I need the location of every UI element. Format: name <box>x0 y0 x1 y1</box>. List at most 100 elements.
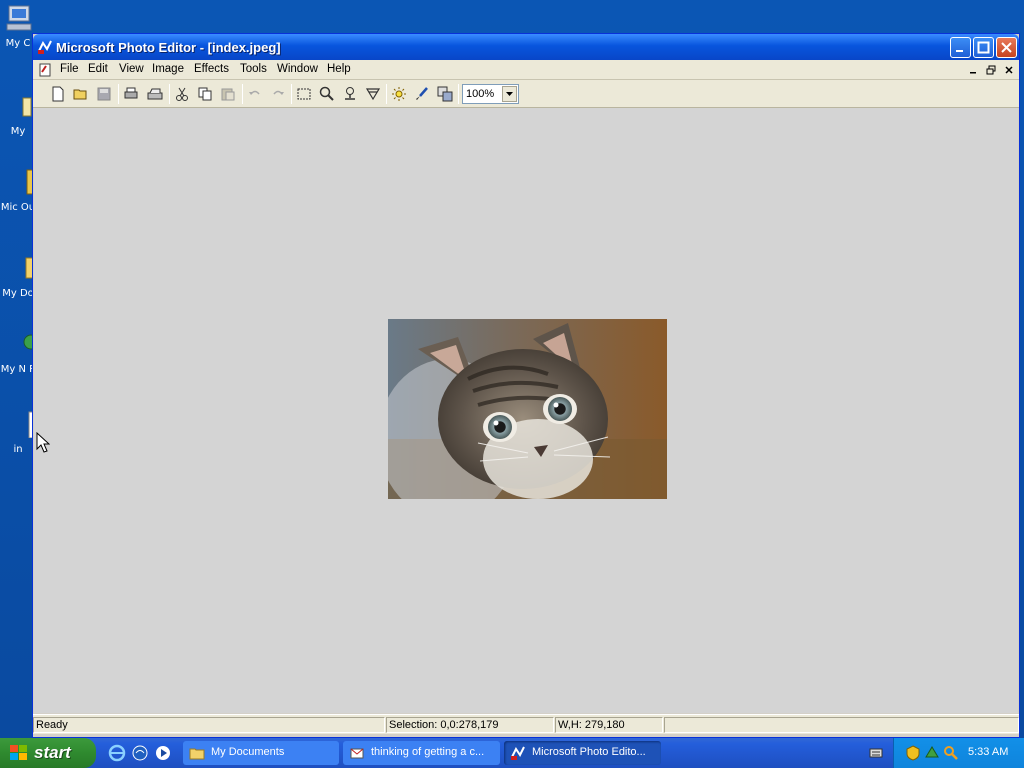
zoom-select[interactable]: 100% <box>462 84 519 104</box>
zoom-value: 100% <box>466 88 495 100</box>
open-button[interactable] <box>71 84 91 104</box>
mdi-close-icon[interactable] <box>1003 64 1015 76</box>
kitten-photo[interactable] <box>388 319 667 499</box>
desktop-icon-label: My C <box>5 38 31 49</box>
balance-button[interactable] <box>389 84 409 104</box>
menu-file[interactable]: File <box>60 63 79 75</box>
window-title: Microsoft Photo Editor - [index.jpeg] <box>56 40 281 55</box>
magnifier-icon <box>319 86 334 101</box>
image-canvas[interactable] <box>34 108 1018 713</box>
start-button[interactable]: start <box>0 738 96 768</box>
paste-button[interactable] <box>218 84 238 104</box>
maximize-button[interactable] <box>973 37 994 58</box>
zoom-dropdown-button[interactable] <box>502 86 517 102</box>
new-button[interactable] <box>48 84 68 104</box>
close-button[interactable] <box>996 37 1017 58</box>
effects-button[interactable] <box>435 84 455 104</box>
paint-button[interactable] <box>412 84 432 104</box>
security-shield-icon[interactable] <box>905 745 921 761</box>
keyboard-icon[interactable] <box>869 746 883 760</box>
network-icon[interactable] <box>924 745 940 761</box>
chevron-down-icon <box>506 92 513 96</box>
status-bar: Ready Selection: 0,0:278,179 W,H: 279,18… <box>33 714 1019 734</box>
sun-icon <box>392 87 406 101</box>
minimize-icon <box>956 50 963 52</box>
desktop-icon-my-documents[interactable]: My <box>0 92 36 138</box>
start-label: start <box>34 743 71 762</box>
task-my-documents[interactable]: My Documents <box>183 741 339 765</box>
selection-icon <box>297 88 311 100</box>
status-selection: Selection: 0,0:278,179 <box>386 717 554 733</box>
internet-explorer-icon[interactable] <box>108 744 126 762</box>
menu-edit[interactable]: Edit <box>88 63 108 75</box>
photo-editor-window: Microsoft Photo Editor - [index.jpeg] Fi… <box>32 33 1020 738</box>
maximize-icon <box>977 41 990 54</box>
menu-image[interactable]: Image <box>152 63 184 75</box>
photo-editor-icon <box>38 40 52 54</box>
save-icon <box>97 87 111 101</box>
task-label: thinking of getting a c... <box>371 746 485 758</box>
print-button[interactable] <box>121 84 141 104</box>
toolbar-separator <box>169 84 170 104</box>
minimize-button[interactable] <box>950 37 971 58</box>
stamp-button[interactable] <box>340 84 360 104</box>
task-label: My Documents <box>211 746 285 758</box>
windows-logo-icon <box>10 745 27 760</box>
media-player-icon[interactable] <box>154 744 172 762</box>
desktop-icon-file[interactable]: in <box>0 410 36 456</box>
status-dimensions: W,H: 279,180 <box>555 717 663 733</box>
mdi-minimize-icon[interactable] <box>967 64 979 76</box>
toolbar-separator <box>118 84 119 104</box>
title-bar[interactable]: Microsoft Photo Editor - [index.jpeg] <box>33 34 1019 60</box>
copy-button[interactable] <box>195 84 215 104</box>
task-photo-editor[interactable]: Microsoft Photo Edito... <box>504 741 661 765</box>
undo-button[interactable] <box>245 84 265 104</box>
new-file-icon <box>52 86 64 102</box>
scan-button[interactable] <box>145 84 165 104</box>
task-outlook-express[interactable]: thinking of getting a c... <box>343 741 500 765</box>
my-documents-icon <box>22 97 32 117</box>
menu-effects[interactable]: Effects <box>194 63 229 75</box>
folder-icon <box>189 748 205 760</box>
desktop-icon-label: in <box>13 444 23 455</box>
cut-icon <box>176 87 188 101</box>
outlook-icon <box>26 169 34 195</box>
task-label: Microsoft Photo Edito... <box>532 746 646 758</box>
redo-button[interactable] <box>268 84 288 104</box>
photo-image <box>388 319 667 499</box>
menu-window[interactable]: Window <box>277 63 318 75</box>
outlook-express-icon <box>350 748 364 759</box>
network-places-icon <box>23 334 36 350</box>
menu-view[interactable]: View <box>119 63 144 75</box>
document-icon[interactable] <box>37 62 53 78</box>
desktop-icon-label: My <box>10 126 26 137</box>
cut-button[interactable] <box>172 84 192 104</box>
stamp-icon <box>345 87 355 100</box>
clock: 5:33 AM <box>968 746 1009 758</box>
desktop-icon-label: Mic Ou <box>0 202 36 213</box>
menu-help[interactable]: Help <box>327 63 351 75</box>
mdi-restore-icon[interactable] <box>985 64 997 76</box>
status-ready: Ready <box>33 717 385 733</box>
my-computer-icon <box>6 5 32 31</box>
crop-button[interactable] <box>363 84 383 104</box>
copy-icon <box>198 87 212 101</box>
taskbar: start My Documents thinking of getting a… <box>0 738 1024 768</box>
outlook-express-icon[interactable] <box>131 744 149 762</box>
toolbar-separator <box>458 84 459 104</box>
toolbar-separator <box>242 84 243 104</box>
redo-icon <box>273 90 284 95</box>
file-icon <box>28 411 34 439</box>
toolbar-separator <box>291 84 292 104</box>
zoom-button[interactable] <box>317 84 337 104</box>
desktop-icon-label: My N P <box>0 364 36 375</box>
desktop-icon-outlook[interactable]: Mic Ou <box>0 168 36 214</box>
select-button[interactable] <box>294 84 314 104</box>
desktop-icon-folder[interactable]: My Do <box>0 254 36 300</box>
menu-tools[interactable]: Tools <box>240 63 267 75</box>
desktop-icon-network[interactable]: My N P <box>0 330 36 376</box>
paste-icon <box>221 88 235 101</box>
desktop-icon-my-computer[interactable]: My C <box>0 4 36 50</box>
save-button[interactable] <box>94 84 114 104</box>
search-icon[interactable] <box>943 745 959 761</box>
